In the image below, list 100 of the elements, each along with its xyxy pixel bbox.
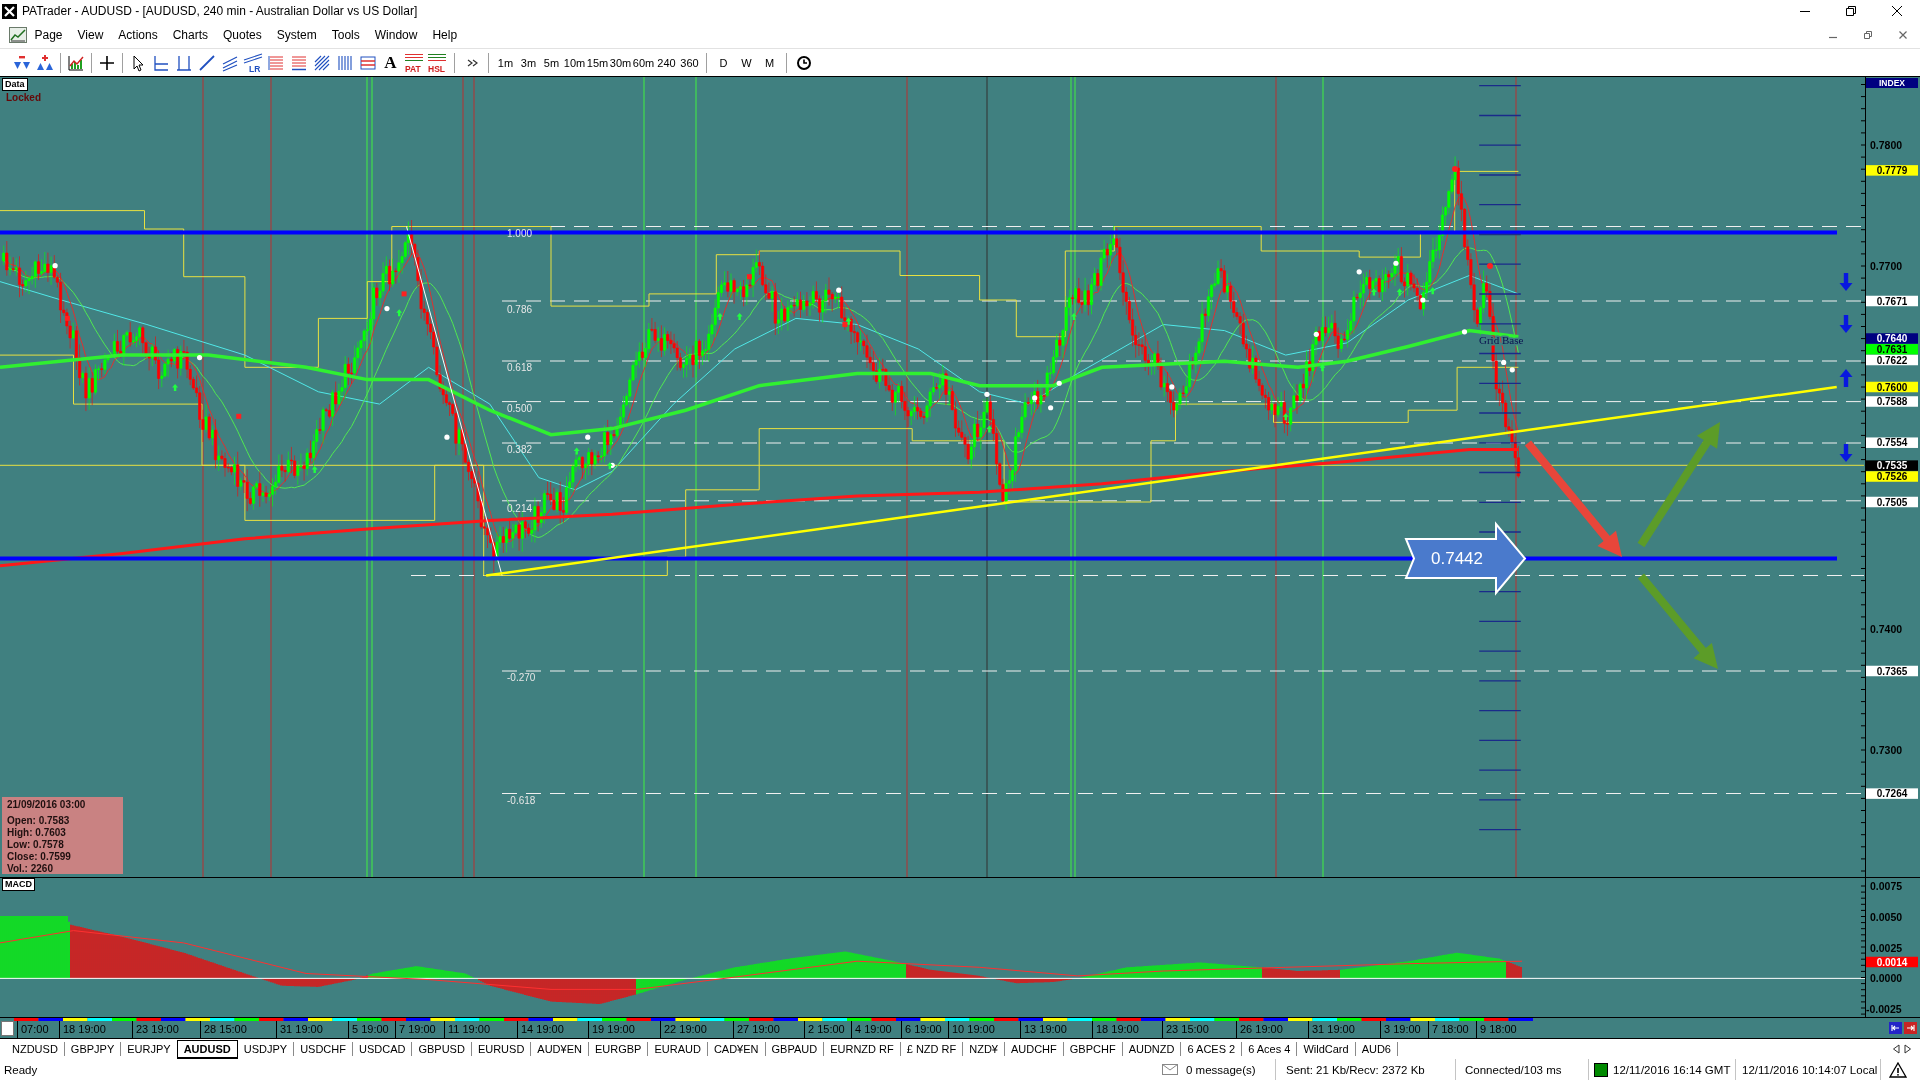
arrow-up-marker-icon (717, 312, 723, 320)
time-axis-label: 10 19:00 (952, 1023, 995, 1035)
fib-level-label: 0.618 (507, 361, 533, 373)
ohlc-value: Vol.: 2260 (7, 863, 54, 875)
price-tag: 0.7640 (1866, 333, 1918, 344)
trend-line-icon (197, 53, 216, 72)
time-axis-label: 14 19:00 (521, 1023, 564, 1035)
arrow-up-marker-icon (1429, 287, 1436, 295)
time-axis-label: 6 19:00 (905, 1023, 942, 1035)
time-axis-label: 13 19:00 (1024, 1023, 1067, 1035)
fib-level-label: 0.500 (507, 402, 533, 414)
dot-marker-icon (444, 434, 450, 440)
axis-corner-button[interactable] (1, 1021, 14, 1036)
timeframe-button[interactable]: 60m (632, 50, 655, 75)
data-label: Data (2, 78, 28, 91)
arrow-up-marker-icon (986, 425, 993, 433)
period-button[interactable]: M (758, 50, 781, 75)
price-tag: 0.7631 (1866, 343, 1918, 355)
vertical-bars-icon (335, 53, 354, 72)
macd-tick-label: -0.0025 (1866, 1003, 1902, 1015)
menu-item[interactable]: Window (367, 25, 425, 45)
arrow-up-marker-icon (1070, 312, 1077, 320)
close-icon (1892, 6, 1902, 16)
crosshair-icon (97, 53, 116, 72)
scroll-right-icon (1904, 1044, 1912, 1054)
arrow-up-marker-icon (396, 309, 403, 317)
menu-item[interactable]: Tools (324, 25, 368, 45)
traffic-text: Sent: 21 Kb/Recv: 2372 Kb (1286, 1063, 1425, 1076)
menu-item[interactable]: Help (424, 25, 465, 45)
timeframe-button[interactable]: 240 (655, 50, 678, 75)
ohlc-value: Open: 0.7583 (7, 815, 71, 827)
rectangle-lines-icon (358, 53, 377, 72)
price-tag: 0.7535 (1866, 460, 1918, 472)
text-tool-button[interactable]: A (379, 50, 402, 75)
fibonacci-lines-icon (266, 53, 285, 72)
price-tag: 0.7671 (1866, 295, 1918, 307)
macd-tick-label: 0.0000 (1870, 972, 1903, 984)
labeled-lines-button[interactable]: HSL (425, 50, 448, 75)
time-axis-label: 7 18:00 (1432, 1023, 1469, 1035)
gmt-time: 12/11/2016 16:14 GMT (1613, 1063, 1731, 1076)
menu-item[interactable]: Actions (110, 25, 166, 45)
timeframe-button[interactable]: 15m (586, 50, 609, 75)
status-text: Ready (4, 1063, 38, 1076)
time-axis-label: 5 19:00 (352, 1023, 389, 1035)
connection-status-icon (1594, 1062, 1608, 1077)
retracement-lines-icon (289, 53, 308, 72)
dot-marker-icon (1461, 329, 1468, 335)
ohlc-date: 21/09/2016 03:00 (7, 799, 87, 811)
jump-end-icon[interactable] (1904, 1022, 1917, 1034)
time-axis-label: 18 19:00 (1096, 1023, 1139, 1035)
dot-marker-icon (1501, 359, 1507, 366)
arrow-up-marker-icon (172, 383, 179, 391)
jump-start-icon[interactable] (1889, 1022, 1902, 1034)
period-button[interactable]: D (712, 50, 735, 75)
macd-tick-label: 0.0050 (1870, 911, 1903, 923)
price-tag: 0.0014 (1866, 956, 1918, 968)
time-axis-label: 9 18:00 (1480, 1023, 1517, 1035)
timeframe-button[interactable]: 3m (517, 50, 540, 75)
dot-marker-icon (836, 287, 842, 293)
regression-channel-button[interactable]: LR (241, 50, 264, 75)
labeled-lines-button[interactable]: PAT (402, 50, 425, 75)
timeframe-button[interactable]: 1m (494, 50, 517, 75)
menu-item[interactable]: View (70, 25, 111, 45)
time-axis-label: 19 19:00 (592, 1023, 635, 1035)
timeframe-button[interactable]: 10m (563, 50, 586, 75)
dot-marker-icon (197, 354, 203, 361)
period-button[interactable]: W (735, 50, 758, 75)
time-axis-label: 23 19:00 (136, 1023, 179, 1035)
timeframe-button[interactable]: 360 (678, 50, 701, 75)
close-icon (1898, 31, 1907, 39)
plus-arrows-icon (35, 53, 54, 72)
menu-item[interactable]: Quotes (215, 25, 270, 45)
price-tag: 0.7365 (1866, 665, 1918, 677)
timeframe-button[interactable]: 30m (609, 50, 632, 75)
time-axis-label: 23 15:00 (1166, 1023, 1209, 1035)
fib-level-label: 1.000 (507, 227, 533, 239)
ohlc-value: Close: 0.7599 (7, 851, 72, 863)
symbol-tab[interactable]: AUDUSD (176, 1039, 238, 1059)
menu-item[interactable]: Charts (165, 25, 216, 45)
arrow-up-marker-icon (311, 466, 318, 473)
menu-item[interactable]: Page (27, 25, 71, 45)
macd-label: MACD (2, 878, 35, 891)
arrow-down-icon (1839, 273, 1853, 291)
window-title: PATrader - AUDUSD - [AUDUSD, 240 min - Australian Dollar vs US Dollar] (22, 4, 419, 18)
scroll-left-icon (1892, 1044, 1900, 1054)
time-axis-label: 26 19:00 (1240, 1023, 1283, 1035)
signal-dot-icon (1487, 263, 1493, 269)
dot-marker-icon (52, 263, 58, 269)
time-axis-label: 18 19:00 (63, 1023, 106, 1035)
timeframe-button[interactable]: 5m (540, 50, 563, 75)
vertical-lines-icon (174, 53, 193, 72)
square-marker-icon (236, 413, 242, 419)
time-axis-label: 2 15:00 (808, 1023, 845, 1035)
price-tag: 0.7526 (1866, 471, 1918, 482)
square-marker-icon (842, 322, 848, 327)
fib-level-label: -0.618 (507, 794, 536, 806)
menu-item[interactable]: System (269, 25, 325, 45)
arrow-up-marker-icon (1396, 288, 1403, 296)
price-tag: 0.7600 (1866, 381, 1918, 393)
arrow-up-marker-icon (606, 462, 613, 470)
